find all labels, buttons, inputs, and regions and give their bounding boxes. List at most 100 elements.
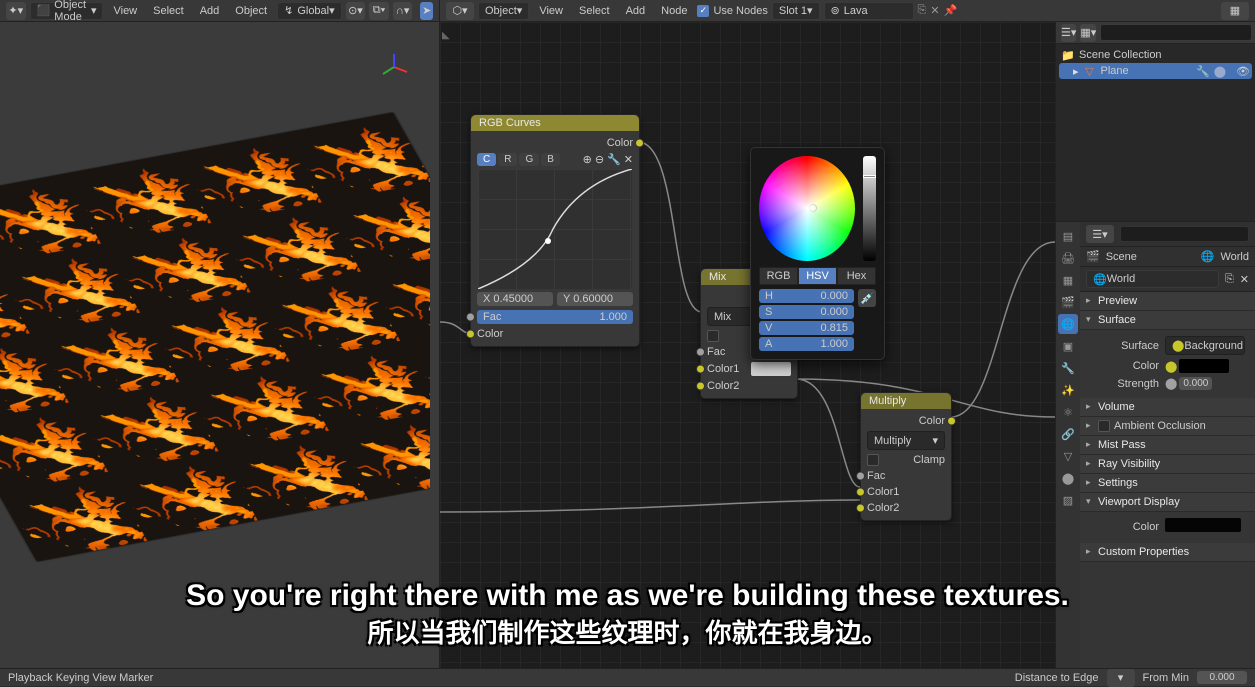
h-field[interactable]: H0.000 [759,289,854,303]
timeline-area[interactable]: Playback Keying View Marker Distance to … [0,668,1255,686]
prop-tab-modifier[interactable]: 🔧 [1058,358,1078,378]
node-editor-area[interactable]: ◣ RGB Curves Color C R G B ⊕⊖🔧✕ [440,22,1055,668]
blend-mode-select[interactable]: Multiply▾ [867,431,945,450]
channel-b[interactable]: B [541,153,560,166]
panel-surface[interactable]: Surface [1080,311,1255,330]
curve-x-field[interactable]: X 0.45000 [477,292,553,306]
browse-icon[interactable]: ⎘ [918,4,927,17]
node-multiply[interactable]: Multiply Color Multiply▾ Clamp Fac Color… [860,392,952,521]
orientation-selector[interactable]: ↯Global ▾ [277,2,342,20]
eyedropper-icon[interactable]: 💉 [858,289,876,307]
new-mat-icon[interactable]: ✕ [930,4,939,17]
slot-selector[interactable]: Slot 1 ▾ [772,2,820,20]
value-slider[interactable] [863,156,876,261]
lava-plane-object[interactable] [0,102,430,572]
tab-rgb[interactable]: RGB [759,267,798,285]
clamp-checkbox[interactable] [707,330,719,342]
color-mode-tabs[interactable]: RGB HSV Hex [759,267,876,285]
color-wheel[interactable] [759,156,855,261]
nmenu-add[interactable]: Add [620,3,652,19]
scene-crumb[interactable]: Scene [1106,251,1137,263]
prop-tab-physics[interactable]: ⚛ [1058,402,1078,422]
prop-tab-data[interactable]: ▽ [1058,446,1078,466]
prop-tab-constraint[interactable]: 🔗 [1058,424,1078,444]
strength-field[interactable]: 0.000 [1179,377,1212,390]
use-nodes-toggle[interactable]: Use Nodes [697,5,767,17]
world-datablock[interactable]: 🌐 World [1086,270,1219,288]
vp-color-swatch[interactable] [1165,518,1241,532]
tab-hex[interactable]: Hex [837,267,876,285]
editor-type-node-icon[interactable]: ⬡▾ [446,2,474,20]
mode-selector[interactable]: ⬛Object Mode ▾ [30,2,104,20]
prop-tab-scene[interactable]: 🎬 [1058,292,1078,312]
modifier-icon[interactable]: 🔧 [1196,65,1210,78]
browse-icon[interactable]: ⎘ [1225,273,1234,286]
panel-settings[interactable]: Settings [1080,474,1255,493]
editor-type-icon[interactable]: ✦▾ [6,2,26,20]
material-icon[interactable]: ⬤ [1214,65,1226,78]
zoom-in-icon[interactable]: ⊕ [583,153,592,166]
menu-add[interactable]: Add [194,3,226,19]
node-rgb-curves[interactable]: RGB Curves Color C R G B ⊕⊖🔧✕ X 0.45000 … [470,114,640,347]
outliner-search[interactable] [1100,24,1252,41]
3d-viewport[interactable] [0,22,440,668]
prop-search-input[interactable] [1120,226,1249,242]
property-tabs[interactable]: ▤ 🖨 ▦ 🎬 🌐 ▣ 🔧 ✨ ⚛ 🔗 ▽ ⬤ ▨ [1056,222,1080,668]
pivot-icon[interactable]: ⊙▾ [346,2,366,20]
snap-icon[interactable]: ⧉▾ [369,2,389,20]
tool-icon[interactable]: ➤ [420,2,433,20]
new-icon[interactable]: ✕ [1240,273,1249,286]
prop-tab-world[interactable]: 🌐 [1058,314,1078,334]
snap-icon[interactable]: ▾ [1107,669,1135,687]
panel-ray[interactable]: Ray Visibility [1080,455,1255,474]
channel-g[interactable]: G [519,153,539,166]
panel-ao[interactable]: Ambient Occlusion [1080,417,1255,436]
curve-widget[interactable] [478,169,632,289]
timeline-menus[interactable]: Playback Keying View Marker [8,672,153,684]
collection-row[interactable]: 📁 Scene Collection [1059,47,1252,63]
outliner-tree[interactable]: 📁 Scene Collection ▸ ▽ Plane 🔧 ⬤ 👁 [1056,44,1255,221]
panel-viewport[interactable]: Viewport Display [1080,493,1255,512]
pin-icon[interactable]: 📌 [944,4,958,17]
channel-r[interactable]: R [498,153,517,166]
world-crumb[interactable]: World [1220,251,1249,263]
proportional-icon[interactable]: ∩▾ [393,2,413,20]
curve-y-field[interactable]: Y 0.60000 [557,292,633,306]
node-header[interactable]: Multiply [861,393,951,409]
menu-object[interactable]: Object [229,3,273,19]
panel-custom[interactable]: Custom Properties [1080,543,1255,562]
panel-preview[interactable]: Preview [1080,292,1255,311]
visibility-icon[interactable]: 👁 [1236,65,1250,78]
clamp-checkbox[interactable] [867,454,879,466]
wrench-icon[interactable]: 🔧 [607,153,621,166]
display-mode-icon[interactable]: ▦▾ [1080,24,1096,42]
prop-tab-render[interactable]: ▤ [1058,226,1078,246]
channel-buttons[interactable]: C R G B ⊕⊖🔧✕ [477,153,633,166]
node-type-selector[interactable]: Object ▾ [478,2,529,20]
close-icon[interactable]: ✕ [624,153,633,166]
nmenu-node[interactable]: Node [655,3,693,19]
prop-tab-object[interactable]: ▣ [1058,336,1078,356]
nmenu-select[interactable]: Select [573,3,616,19]
prop-tab-viewlayer[interactable]: ▦ [1058,270,1078,290]
prop-tab-particle[interactable]: ✨ [1058,380,1078,400]
v-field[interactable]: V0.815 [759,321,854,335]
node-header[interactable]: RGB Curves [471,115,639,131]
bg-color-swatch[interactable] [1179,359,1229,373]
s-field[interactable]: S0.000 [759,305,854,319]
menu-view[interactable]: View [107,3,143,19]
panel-mist[interactable]: Mist Pass [1080,436,1255,455]
panel-volume[interactable]: Volume [1080,398,1255,417]
channel-c[interactable]: C [477,153,496,166]
collapse-corner-icon[interactable]: ◣ [442,30,450,41]
color1-swatch[interactable] [751,362,791,376]
color-picker-popup[interactable]: RGB HSV Hex H0.000 S0.000 V0.815 A1.000 … [750,147,885,360]
menu-select[interactable]: Select [147,3,190,19]
zoom-out-icon[interactable]: ⊖ [595,153,604,166]
tab-hsv[interactable]: HSV [798,267,837,285]
surface-shader-select[interactable]: ⬤ Background [1165,336,1245,355]
pin-icon[interactable]: ☰▾ [1086,225,1114,243]
prop-tab-output[interactable]: 🖨 [1058,248,1078,268]
plane-row[interactable]: ▸ ▽ Plane 🔧 ⬤ 👁 [1059,63,1252,79]
prop-tab-texture[interactable]: ▨ [1058,490,1078,510]
